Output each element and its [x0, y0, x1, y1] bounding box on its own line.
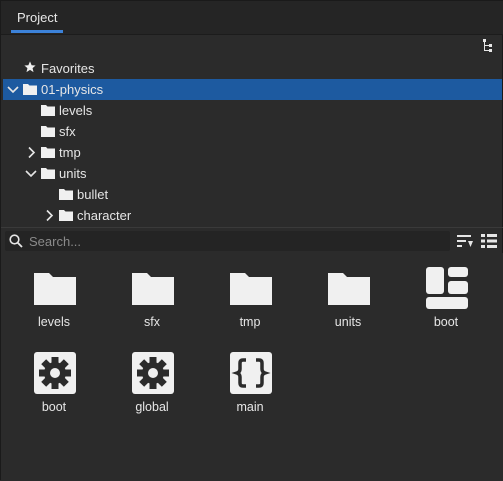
tree-item-tmp[interactable]: tmp [3, 142, 502, 163]
grid-item-tmp[interactable]: tmp [211, 253, 289, 329]
tree-item-label: sfx [59, 124, 76, 139]
braces-icon [230, 352, 272, 394]
sort-icon[interactable] [457, 234, 473, 248]
grid-item-levels[interactable]: levels [15, 253, 93, 329]
tree-item-favorites[interactable]: Favorites [3, 58, 502, 79]
gear-icon [34, 352, 76, 394]
folder-icon [41, 105, 55, 116]
search-box [5, 231, 450, 251]
tree-item-character[interactable]: character [3, 205, 502, 226]
chevron-right-icon[interactable] [24, 142, 38, 163]
hierarchy-icon[interactable] [480, 38, 494, 54]
folder-icon [59, 189, 73, 200]
tree-item-levels[interactable]: levels [3, 100, 502, 121]
project-panel: Project Favorites 01-physics levels sfx … [0, 0, 503, 481]
tree-item-01-physics[interactable]: 01-physics [3, 79, 502, 100]
tree-item-bullet[interactable]: bullet [3, 184, 502, 205]
grid-item-main[interactable]: main [211, 338, 289, 414]
layout-icon [426, 267, 468, 309]
folder-icon [328, 273, 370, 305]
folder-icon [41, 168, 55, 179]
grid-item-global[interactable]: global [113, 338, 191, 414]
tab-bar: Project [1, 1, 503, 35]
star-icon [24, 61, 36, 73]
grid-item-label: boot [41, 400, 67, 414]
tree-item-label: tmp [59, 145, 81, 160]
search-input[interactable] [29, 231, 444, 251]
tree-item-units[interactable]: units [3, 163, 502, 184]
folder-icon [41, 126, 55, 137]
tree-item-sfx[interactable]: sfx [3, 121, 502, 142]
folder-icon [132, 273, 174, 305]
chevron-right-icon[interactable] [42, 205, 56, 226]
folder-icon [23, 84, 37, 95]
tree-item-label: units [59, 166, 87, 181]
tree-item-label: Favorites [41, 61, 95, 76]
list-view-icon[interactable] [481, 234, 497, 248]
grid-item-boot-settings[interactable]: boot [15, 338, 93, 414]
chevron-down-icon[interactable] [6, 79, 20, 100]
grid-item-label: levels [38, 315, 70, 329]
tree-item-label: character [77, 208, 132, 223]
folder-icon [59, 210, 73, 221]
folder-icon [41, 147, 55, 158]
grid-item-label: main [236, 400, 264, 414]
chevron-down-icon[interactable] [24, 163, 38, 184]
grid-item-label: units [334, 315, 362, 329]
tree-item-label: bullet [77, 187, 109, 202]
tree-toolbar [1, 35, 503, 57]
grid-item-label: sfx [144, 315, 160, 329]
gear-icon [132, 352, 174, 394]
grid-item-label: tmp [239, 315, 261, 329]
active-tab-indicator [11, 30, 63, 33]
grid-item-sfx[interactable]: sfx [113, 253, 191, 329]
folder-icon [230, 273, 272, 305]
project-tree: Favorites 01-physics levels sfx tmp unit… [3, 58, 502, 226]
search-icon [9, 234, 23, 248]
folder-icon [34, 273, 76, 305]
grid-item-label: boot [433, 315, 459, 329]
grid-item-boot-layout[interactable]: boot [407, 253, 485, 329]
grid-item-label: global [135, 400, 169, 414]
tree-item-label: levels [59, 103, 93, 118]
tree-item-label: 01-physics [41, 82, 104, 97]
grid-item-units[interactable]: units [309, 253, 387, 329]
search-bar [1, 227, 503, 253]
asset-grid: levels sfx tmp units boot boot global ma… [1, 253, 503, 481]
